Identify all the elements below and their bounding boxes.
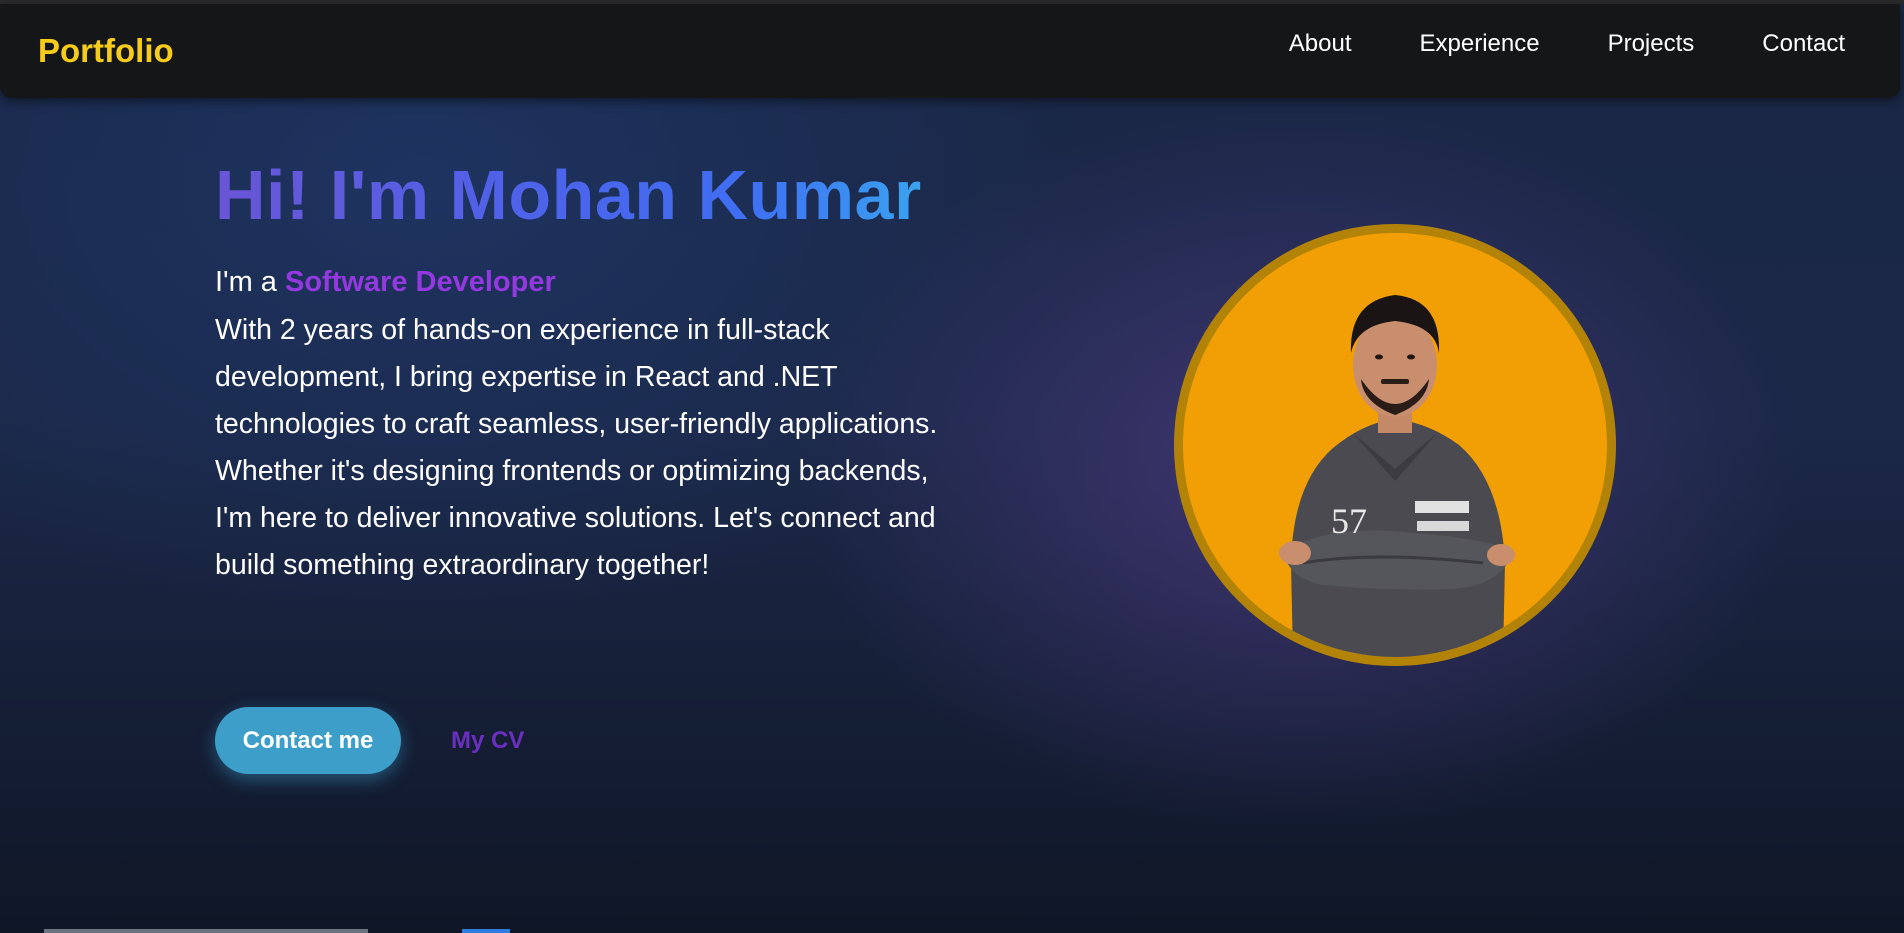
nav-links: About Experience Projects Contact — [1289, 30, 1845, 58]
profile-photo-icon: 57 — [1279, 295, 1515, 657]
bottom-accent-indicator — [462, 929, 510, 933]
navbar: Portfolio About Experience Projects Cont… — [0, 4, 1900, 98]
bio-paragraph: With 2 years of hands-on experience in f… — [215, 314, 938, 581]
avatar: 57 — [1174, 224, 1616, 666]
nav-link-projects[interactable]: Projects — [1608, 30, 1695, 58]
brand-logo[interactable]: Portfolio — [38, 32, 174, 70]
svg-text:57: 57 — [1331, 501, 1367, 541]
hero-title: Hi! I'm Mohan Kumar — [215, 156, 922, 234]
page: Portfolio About Experience Projects Cont… — [0, 0, 1904, 933]
nav-link-about[interactable]: About — [1289, 30, 1352, 58]
bottom-scroll-indicator — [44, 929, 368, 933]
my-cv-link[interactable]: My CV — [451, 727, 524, 755]
intro-line: I'm a Software Developer — [215, 266, 556, 299]
contact-me-button[interactable]: Contact me — [215, 707, 401, 774]
role-text: Software Developer — [285, 266, 556, 298]
nav-link-experience[interactable]: Experience — [1420, 30, 1540, 58]
intro-prefix: I'm a — [215, 266, 285, 298]
nav-link-contact[interactable]: Contact — [1762, 30, 1845, 58]
